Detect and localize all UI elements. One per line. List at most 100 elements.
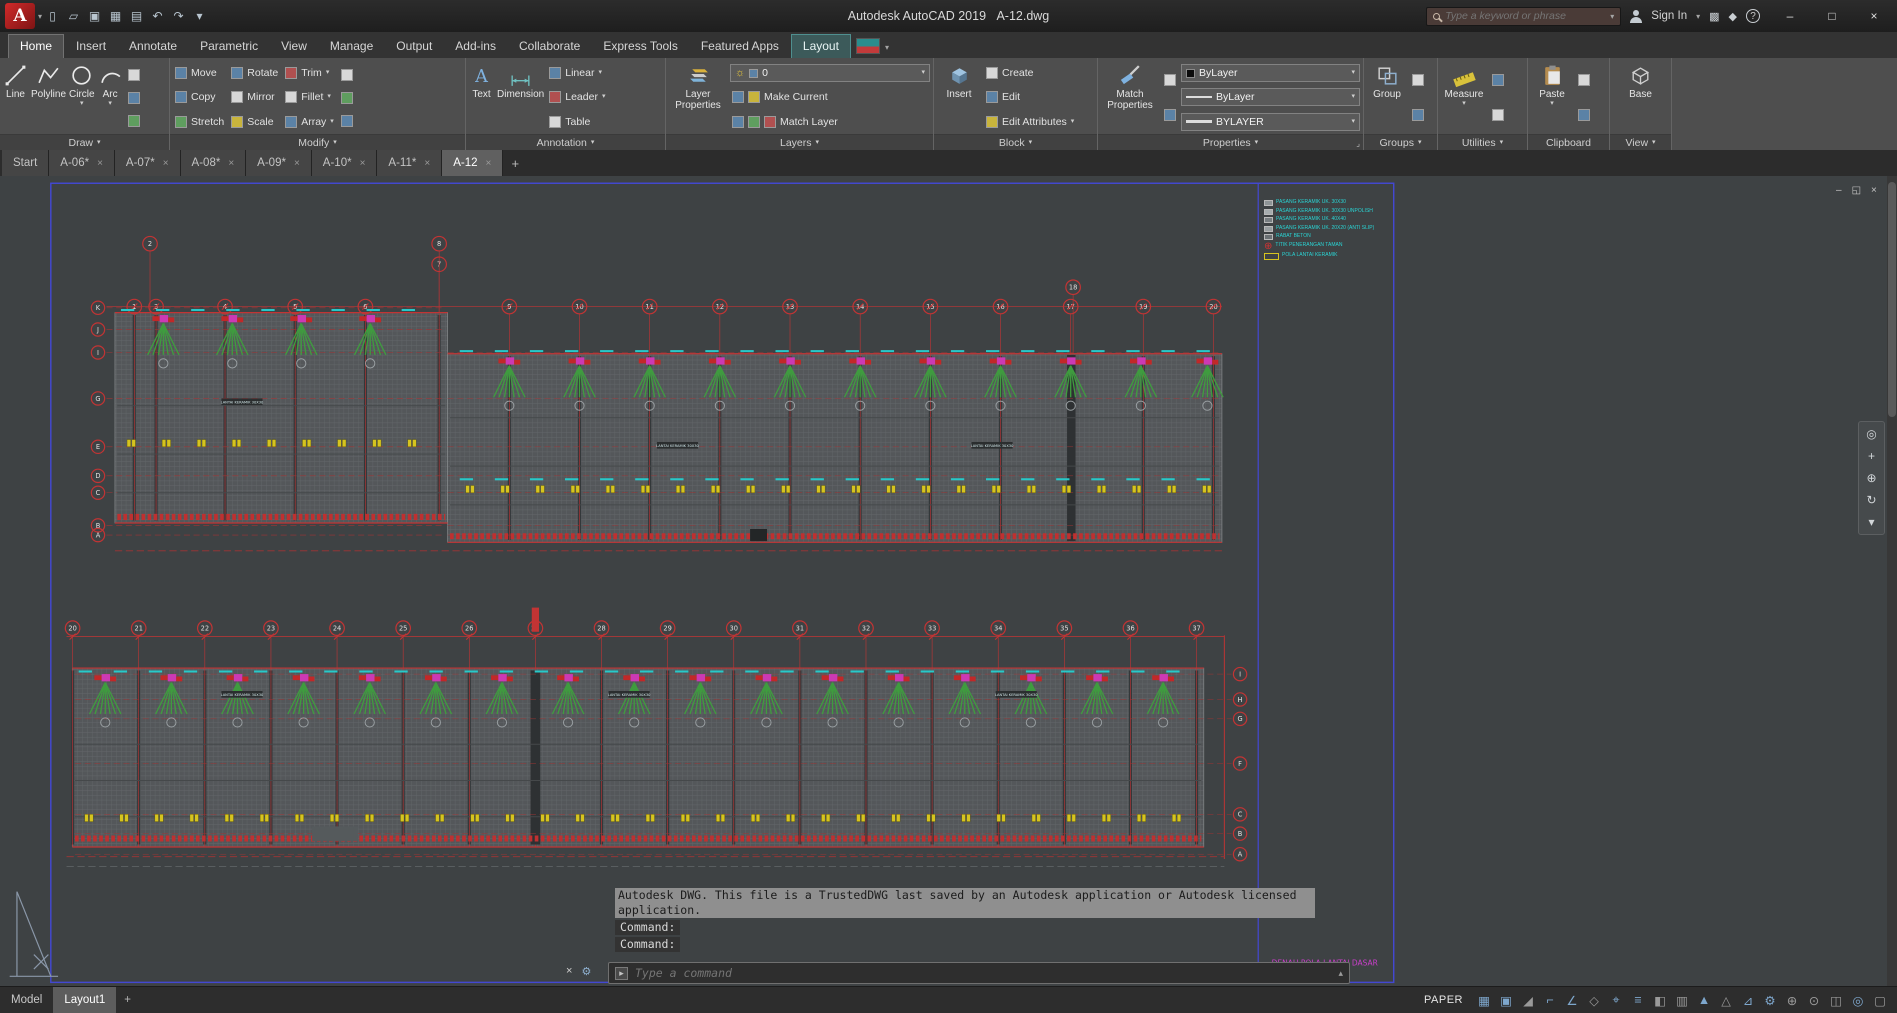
infer-constraints-icon[interactable]: ◢ — [1517, 993, 1539, 1008]
arc-dropdown-icon[interactable]: ▾ — [108, 101, 112, 107]
ellipse-tool-icon[interactable] — [128, 115, 140, 127]
open-file-icon[interactable]: ▱ — [63, 9, 84, 23]
units-icon[interactable]: ⊙ — [1803, 993, 1825, 1008]
clipboard-panel-label[interactable]: Clipboard — [1528, 134, 1609, 150]
copy-button[interactable]: Copy — [173, 88, 226, 106]
app-store-icon[interactable]: ▩ — [1709, 10, 1719, 23]
autoscale-icon[interactable]: △ — [1715, 993, 1737, 1008]
edit-attributes-button[interactable]: Edit Attributes▾ — [984, 113, 1076, 131]
file-tab-a-09-[interactable]: A-09*× — [246, 150, 312, 176]
viewport-restore-icon[interactable]: ◱ — [1852, 185, 1861, 196]
navbar-more-icon[interactable]: ▾ — [1868, 515, 1874, 529]
sign-in-caret-icon[interactable]: ▾ — [1696, 12, 1700, 21]
array-dropdown-icon[interactable]: ▾ — [330, 119, 334, 125]
new-layout-button[interactable]: + — [116, 994, 139, 1006]
selection-cycling-icon[interactable]: ▥ — [1671, 993, 1693, 1008]
measure-dropdown-icon[interactable]: ▾ — [1462, 101, 1466, 107]
new-file-icon[interactable]: ▯ — [42, 9, 63, 23]
snap-icon[interactable]: ▣ — [1495, 993, 1517, 1008]
ribbon-tab-express-tools[interactable]: Express Tools — [592, 35, 688, 58]
file-tab-a-12[interactable]: A-12× — [442, 150, 503, 176]
close-tab-icon[interactable]: × — [360, 158, 366, 169]
circle-dropdown-icon[interactable]: ▾ — [80, 101, 84, 107]
search-icon[interactable] — [1433, 13, 1440, 20]
ribbon-tab-manage[interactable]: Manage — [319, 35, 384, 58]
viewport-minimize-icon[interactable]: – — [1836, 185, 1842, 196]
base-button[interactable]: Base — [1619, 61, 1663, 134]
view-panel-label[interactable]: View▾ — [1610, 134, 1671, 150]
customize-wrench-icon[interactable]: ⚙ — [581, 965, 591, 978]
make-current-button[interactable]: Make Current — [730, 88, 930, 106]
move-button[interactable]: Move — [173, 64, 226, 82]
ribbon-tab-annotate[interactable]: Annotate — [118, 35, 188, 58]
user-account-icon[interactable] — [1630, 10, 1642, 23]
sign-in-button[interactable]: Sign In — [1651, 10, 1687, 22]
close-tab-icon[interactable]: × — [228, 158, 234, 169]
layer-combobox[interactable]: ☼ 0 ▾ — [730, 64, 930, 82]
layout-contextual-icon[interactable] — [856, 38, 880, 54]
fillet-dropdown-icon[interactable]: ▾ — [327, 94, 331, 100]
close-tab-icon[interactable]: × — [294, 158, 300, 169]
ribbon-tab-parametric[interactable]: Parametric — [189, 35, 269, 58]
erase-tool-icon[interactable] — [341, 69, 353, 81]
file-tab-start[interactable]: Start — [2, 150, 49, 176]
redo-icon[interactable]: ↷ — [168, 9, 189, 23]
viewport-close-icon[interactable]: × — [1871, 185, 1877, 196]
table-button[interactable]: Table — [547, 113, 607, 131]
linear-dropdown-icon[interactable]: ▾ — [598, 70, 602, 76]
edit-attributes-dropdown-icon[interactable]: ▾ — [1071, 119, 1075, 125]
copy-clip-icon[interactable] — [1578, 74, 1590, 86]
close-tab-icon[interactable]: × — [163, 158, 169, 169]
close-window-icon[interactable]: × — [1853, 0, 1895, 32]
rectangle-tool-icon[interactable] — [128, 69, 140, 81]
qat-dropdown-icon[interactable]: ▾ — [189, 9, 210, 23]
layout1-tab[interactable]: Layout1 — [53, 987, 116, 1013]
paper-space-indicator[interactable]: PAPER — [1424, 994, 1463, 1006]
hatch-tool-icon[interactable] — [128, 92, 140, 104]
create-block-button[interactable]: Create — [984, 64, 1076, 82]
help-icon[interactable]: ? — [1746, 9, 1760, 23]
steering-wheel-icon[interactable]: ◎ — [1866, 427, 1876, 441]
object-color-combobox[interactable]: ByLayer ▾ — [1181, 64, 1360, 82]
leader-dropdown-icon[interactable]: ▾ — [602, 94, 606, 100]
file-tab-a-10-[interactable]: A-10*× — [312, 150, 378, 176]
ribbon-tab-output[interactable]: Output — [385, 35, 443, 58]
measure-button[interactable]: Measure ▾ — [1441, 61, 1487, 134]
isolate-objects-icon[interactable]: ◎ — [1847, 993, 1869, 1008]
stay-connected-icon[interactable]: ◆ — [1729, 10, 1737, 23]
close-tab-icon[interactable]: × — [424, 158, 430, 169]
insert-block-button[interactable]: Insert — [937, 61, 981, 134]
mirror-button[interactable]: Mirror — [229, 88, 280, 106]
pan-icon[interactable]: + — [1868, 449, 1875, 463]
save-icon[interactable]: ▣ — [84, 9, 105, 23]
plot-icon[interactable]: ▤ — [126, 9, 147, 23]
leader-button[interactable]: Leader▾ — [547, 88, 607, 106]
annotation-visibility-icon[interactable]: ▲ — [1693, 993, 1715, 1008]
properties-list-icon[interactable] — [1164, 74, 1176, 86]
properties-panel-label[interactable]: Properties▾ — [1098, 134, 1363, 150]
groups-panel-label[interactable]: Groups▾ — [1364, 134, 1437, 150]
ribbon-tab-featured-apps[interactable]: Featured Apps — [690, 35, 790, 58]
quick-properties-icon[interactable]: ◫ — [1825, 993, 1847, 1008]
search-dropdown-icon[interactable]: ▾ — [1610, 12, 1614, 21]
transparency-icon[interactable]: ◧ — [1649, 993, 1671, 1008]
array-button[interactable]: Array▾ — [283, 113, 336, 131]
zoom-icon[interactable]: ⊕ — [1866, 471, 1876, 485]
ortho-icon[interactable]: ⌐ — [1539, 993, 1561, 1008]
utilities-panel-label[interactable]: Utilities▾ — [1438, 134, 1527, 150]
close-tab-icon[interactable]: × — [97, 158, 103, 169]
match-properties-button[interactable]: Match Properties — [1101, 61, 1159, 134]
rotate-button[interactable]: Rotate — [229, 64, 280, 82]
ribbon-display-dropdown-icon[interactable]: ▾ — [885, 43, 889, 52]
arc-button[interactable]: Arc ▾ — [98, 61, 123, 134]
annotation-panel-label[interactable]: Annotation▾ — [466, 134, 665, 150]
fillet-button[interactable]: Fillet▾ — [283, 88, 336, 106]
clean-screen-icon[interactable]: ▢ — [1869, 993, 1891, 1008]
lineweight-combobox[interactable]: BYLAYER ▾ — [1181, 113, 1360, 131]
ribbon-tab-view[interactable]: View — [270, 35, 318, 58]
ribbon-tab-home[interactable]: Home — [8, 34, 64, 58]
trim-dropdown-icon[interactable]: ▾ — [326, 70, 330, 76]
drawing-viewport[interactable]: 1345691011121314151617192027818KJIGEDCBA… — [0, 176, 1897, 986]
ungroup-icon[interactable] — [1412, 74, 1424, 86]
circle-button[interactable]: Circle ▾ — [69, 61, 95, 134]
